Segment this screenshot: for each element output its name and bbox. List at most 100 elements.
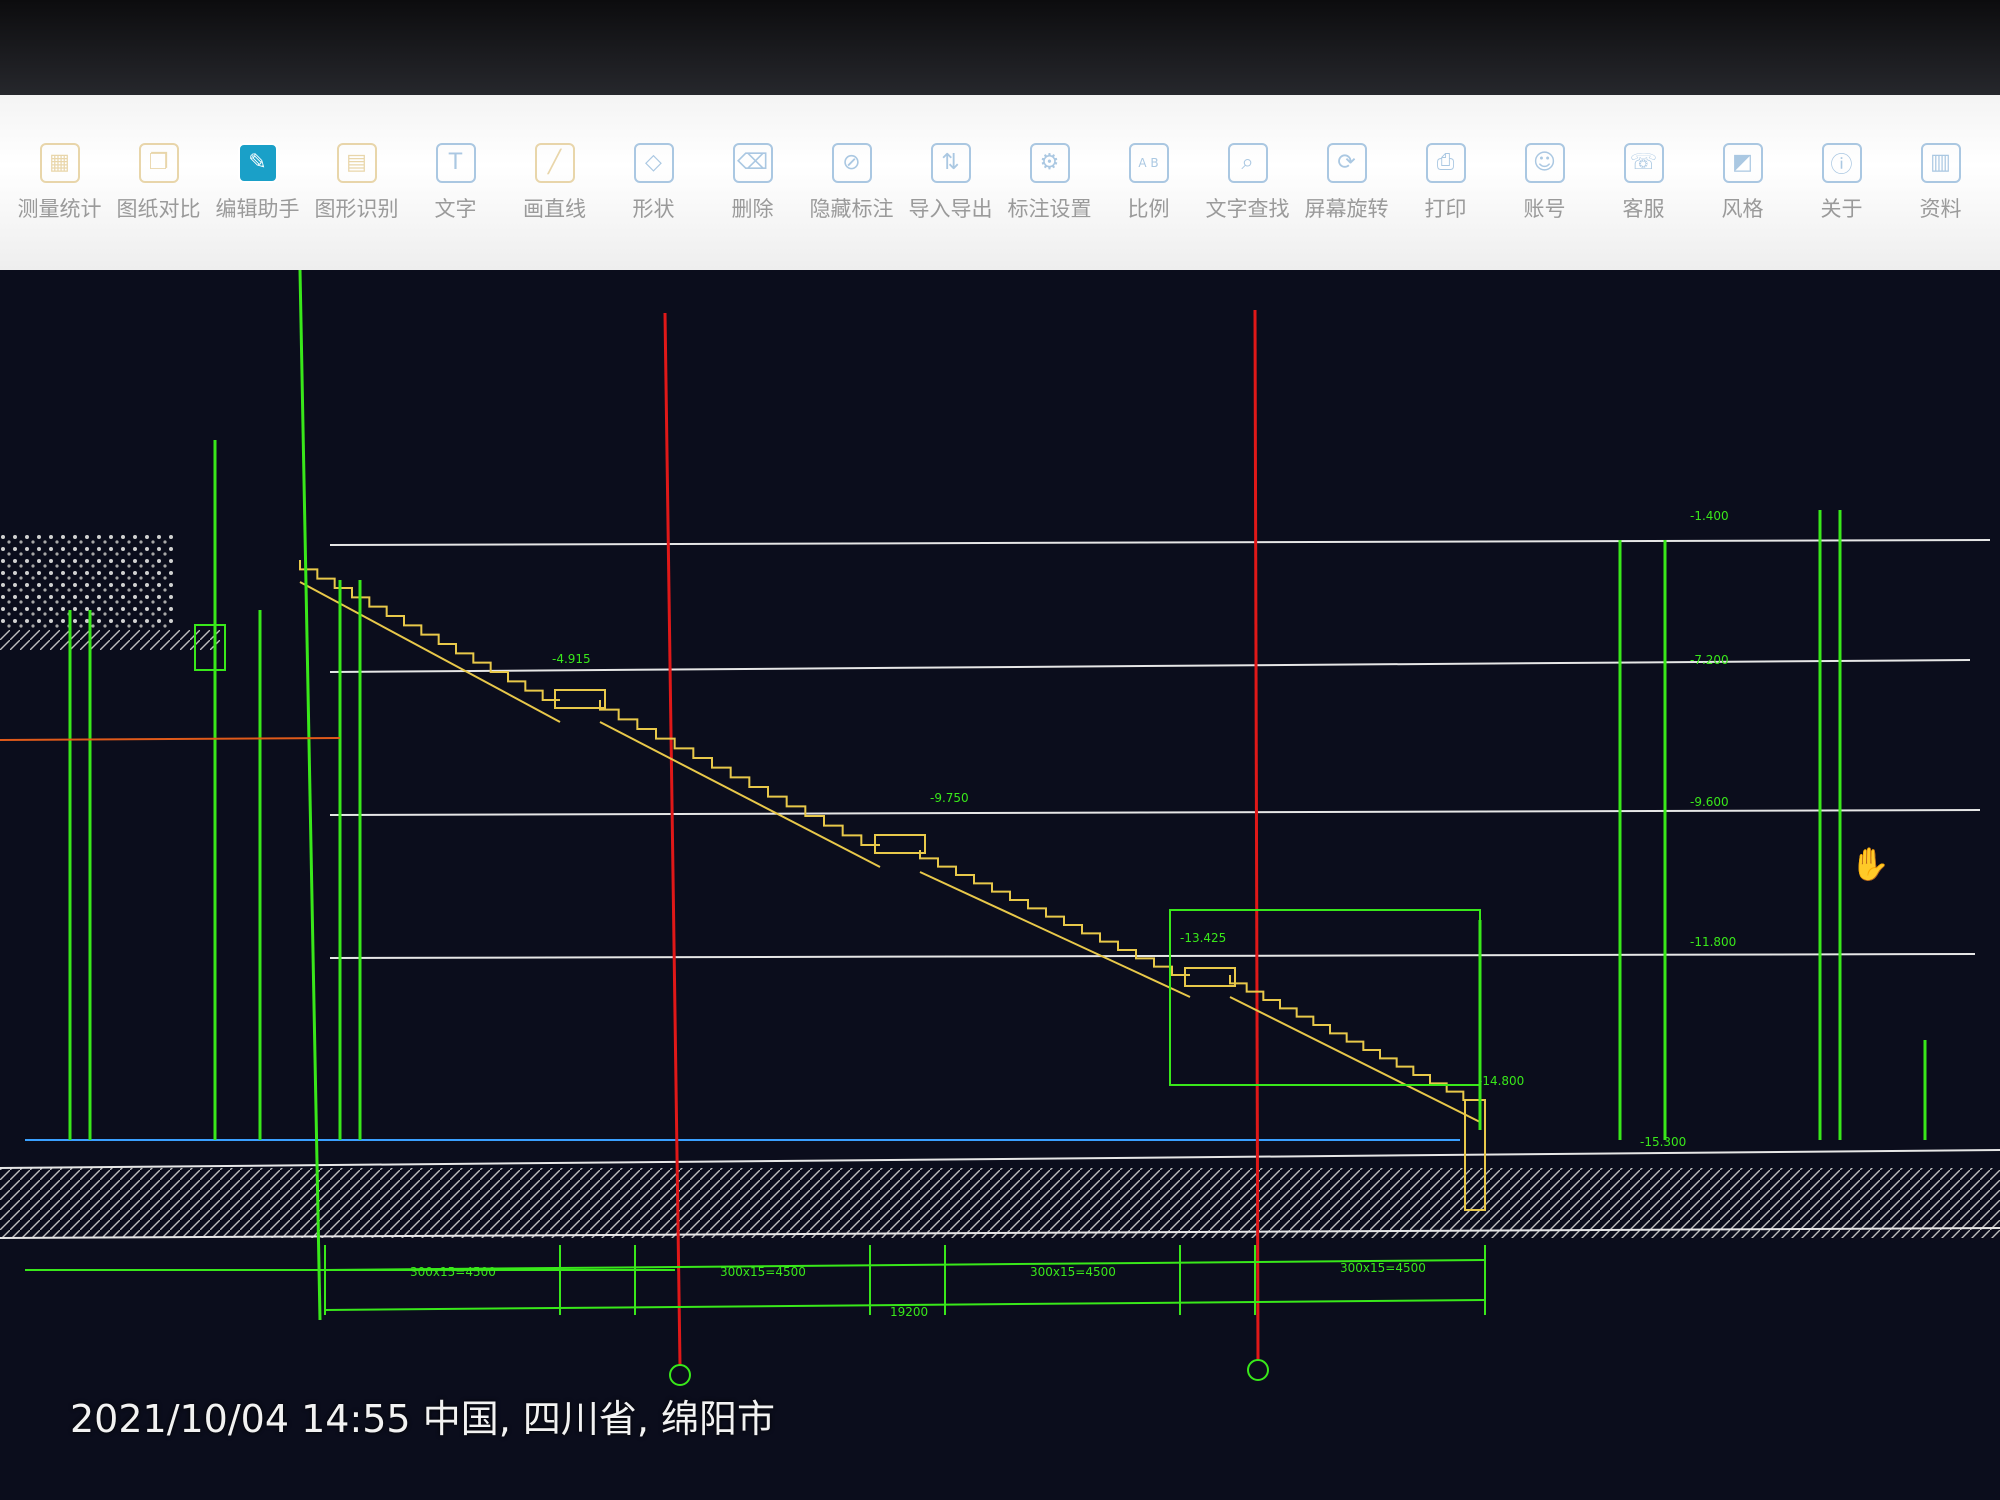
toolbar-button-edit-assistant[interactable]: ✎ 编辑助手 (208, 95, 307, 270)
toolbar-label: 资料 (1919, 196, 1962, 221)
shape-icon: ◇ (633, 142, 674, 183)
toolbar-button-documents[interactable]: ▥ 资料 (1891, 95, 1990, 270)
level-label-landing3: -13.425 (1180, 931, 1226, 945)
toolbar-label: 画直线 (523, 196, 586, 221)
toolbar-button-text-search[interactable]: ⌕ 文字查找 (1198, 95, 1297, 270)
text-icon: T (435, 142, 476, 183)
dimension-line-steps (324, 1259, 1486, 1271)
level-label-right: -14.800 (1478, 1074, 1524, 1088)
stair-flight-2-soffit (599, 721, 881, 868)
annotation-settings-icon: ⚙ (1029, 142, 1070, 183)
shape-recognize-icon: ▤ (336, 142, 377, 183)
axis-bubble-right (1247, 1359, 1269, 1381)
toolbar-label: 删除 (731, 196, 774, 221)
measure-icon: ▦ (39, 142, 80, 183)
account-icon: ☺ (1524, 142, 1565, 183)
orange-reference-line (0, 737, 341, 741)
ground-hatch (0, 1168, 2000, 1238)
customer-service-icon: ☏ (1623, 142, 1664, 183)
landing-3 (1184, 967, 1236, 987)
stair-flight-4 (1229, 975, 1480, 1101)
level-label-landing2: -9.750 (930, 791, 969, 805)
roof-slab-hatch (0, 630, 220, 650)
ground-top-line (0, 1149, 2000, 1169)
dimension-segment-4: 300x15=4500 (1340, 1261, 1426, 1275)
toolbar-button-scale[interactable]: A B 比例 (1099, 95, 1198, 270)
compare-icon: ❐ (138, 142, 179, 183)
structure-column-1 (298, 270, 322, 1321)
toolbar-label: 标注设置 (1007, 196, 1092, 221)
toolbar-label: 图纸对比 (116, 196, 201, 221)
toolbar-label: 账号 (1523, 196, 1566, 221)
about-icon: ⓘ (1821, 142, 1862, 183)
landing-2 (874, 834, 926, 854)
toolbar-button-compare[interactable]: ❐ 图纸对比 (109, 95, 208, 270)
toolbar-label: 比例 (1127, 196, 1170, 221)
toolbar-button-annotation-settings[interactable]: ⚙ 标注设置 (1000, 95, 1099, 270)
dimension-segment-1: 300x15=4500 (410, 1265, 496, 1279)
import-export-icon: ⇅ (930, 142, 971, 183)
edit-assistant-icon: ✎ (237, 142, 278, 183)
toolbar-label: 隐藏标注 (809, 196, 894, 221)
line-icon: ╱ (534, 142, 575, 183)
rotate-screen-icon: ⟳ (1326, 142, 1367, 183)
level-label-top: -1.400 (1690, 509, 1729, 523)
toolbar-label: 文字查找 (1205, 196, 1290, 221)
print-icon: ⎙ (1425, 142, 1466, 183)
level-line-3 (329, 809, 1981, 816)
level-line-1 (329, 539, 1991, 546)
hand-cursor-icon: ✋ (1850, 845, 1890, 883)
landing-1 (554, 689, 606, 709)
gravel-fill (0, 535, 175, 630)
toolbar-button-about[interactable]: ⓘ 关于 (1792, 95, 1891, 270)
text-search-icon: ⌕ (1227, 142, 1268, 183)
drawing-canvas[interactable]: -1.400 -7.200 -9.600 -11.800 -15.300 -4.… (0, 270, 2000, 1500)
eraser-icon: ⌫ (732, 142, 773, 183)
documents-icon: ▥ (1920, 142, 1961, 183)
level-label-mid3: -11.800 (1690, 935, 1736, 949)
monitor-bezel (0, 0, 2000, 95)
axis-bubble-left (669, 1364, 691, 1386)
toolbar-button-eraser[interactable]: ⌫ 删除 (703, 95, 802, 270)
level-label-mid1: -7.200 (1690, 653, 1729, 667)
toolbar-button-measure[interactable]: ▦ 测量统计 (10, 95, 109, 270)
toolbar-button-rotate-screen[interactable]: ⟳ 屏幕旋转 (1297, 95, 1396, 270)
dimension-segment-3: 300x15=4500 (1030, 1265, 1116, 1279)
style-icon: ◩ (1722, 142, 1763, 183)
toolbar-button-account[interactable]: ☺ 账号 (1495, 95, 1594, 270)
scale-icon: A B (1128, 142, 1169, 183)
hide-annotation-icon: ⊘ (831, 142, 872, 183)
toolbar-label: 屏幕旋转 (1304, 196, 1389, 221)
toolbar-button-text[interactable]: T 文字 (406, 95, 505, 270)
toolbar-label: 打印 (1424, 196, 1467, 221)
main-toolbar: ▦ 测量统计 ❐ 图纸对比 ✎ 编辑助手 ▤ 图形识别 T 文字 ╱ 画直线 ◇ 形状 ⌫ 删除 ⊘ 隐藏标注 ⇅ 导… (0, 95, 2000, 270)
level-label-bottom: -15.300 (1640, 1135, 1686, 1149)
photo-timestamp: 2021/10/04 14:55 中国, 四川省, 绵阳市 (70, 1397, 776, 1441)
toolbar-label: 风格 (1721, 196, 1764, 221)
cad-static-geometry (0, 270, 2000, 1386)
toolbar-button-shape-recognize[interactable]: ▤ 图形识别 (307, 95, 406, 270)
toolbar-button-shape[interactable]: ◇ 形状 (604, 95, 703, 270)
dimension-segment-2: 300x15=4500 (720, 1265, 806, 1279)
toolbar-button-hide-annotation[interactable]: ⊘ 隐藏标注 (802, 95, 901, 270)
toolbar-label: 关于 (1820, 196, 1863, 221)
toolbar-button-line[interactable]: ╱ 画直线 (505, 95, 604, 270)
toolbar-button-customer-service[interactable]: ☏ 客服 (1594, 95, 1693, 270)
stair-flight-4-soffit (1229, 996, 1481, 1123)
toolbar-label: 客服 (1622, 196, 1665, 221)
stair-flight-3-soffit (919, 871, 1191, 998)
toolbar-button-style[interactable]: ◩ 风格 (1693, 95, 1792, 270)
level-label-mid2: -9.600 (1690, 795, 1729, 809)
stair-flight-2 (599, 700, 880, 846)
toolbar-label: 文字 (434, 196, 477, 221)
toolbar-label: 图形识别 (314, 196, 399, 221)
toolbar-label: 形状 (632, 196, 675, 221)
level-label-landing1: -4.915 (552, 652, 591, 666)
toolbar-label: 导入导出 (908, 196, 993, 221)
toolbar-label: 测量统计 (17, 196, 102, 221)
toolbar-button-print[interactable]: ⎙ 打印 (1396, 95, 1495, 270)
dimension-total: 19200 (890, 1305, 928, 1319)
toolbar-label: 编辑助手 (215, 196, 300, 221)
cad-section-drawing[interactable]: -1.400 -7.200 -9.600 -11.800 -15.300 -4.… (0, 270, 2000, 1500)
toolbar-button-import-export[interactable]: ⇅ 导入导出 (901, 95, 1000, 270)
